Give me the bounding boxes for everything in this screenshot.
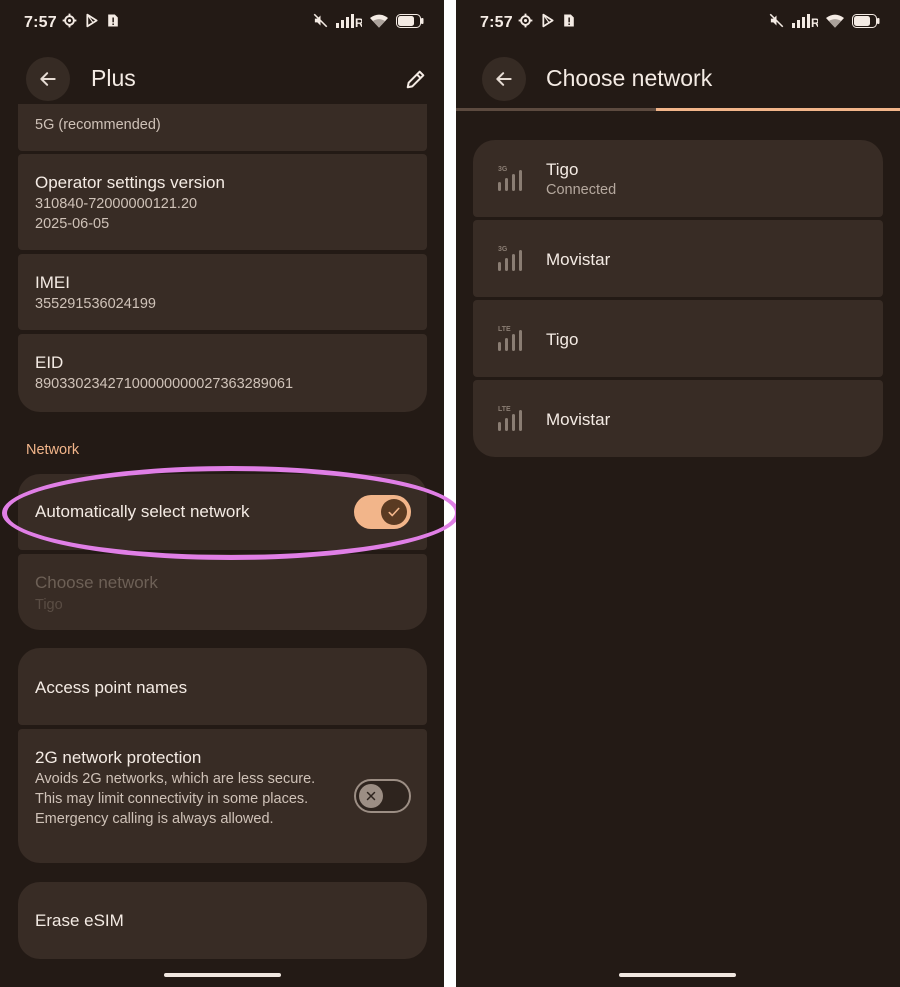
- svg-text:R: R: [355, 16, 362, 28]
- choose-network-value: Tigo: [35, 597, 63, 613]
- erase-esim-row[interactable]: Erase eSIM: [18, 882, 427, 959]
- operator-settings-version: 310840-72000000121.20: [35, 196, 198, 212]
- signal-lte-icon: LTE: [497, 402, 527, 434]
- sim-alert-icon: [107, 13, 119, 28]
- app-bar: Plus: [0, 56, 444, 102]
- imei-card: IMEI 355291536024199: [18, 254, 427, 330]
- 2g-protection-toggle[interactable]: [354, 779, 411, 813]
- close-icon: [359, 784, 383, 808]
- sim-alert-icon: [563, 13, 575, 28]
- auto-select-network-toggle[interactable]: [354, 495, 411, 529]
- imei-title: IMEI: [35, 273, 70, 292]
- 2g-protection-description: Avoids 2G networks, which are less secur…: [35, 771, 316, 827]
- play-store-icon: [541, 13, 555, 28]
- scan-progress-indicator: [655, 108, 900, 111]
- settings-screen: 7:57 R Plus 5G (recommended) Operator se…: [0, 0, 444, 987]
- signal-3g-icon: 3G: [497, 162, 527, 194]
- network-option[interactable]: 3G Tigo Connected: [473, 140, 883, 217]
- preferred-network-value: 5G (recommended): [35, 117, 161, 133]
- svg-text:3G: 3G: [498, 246, 508, 253]
- network-name: Movistar: [546, 250, 611, 269]
- edit-button[interactable]: [402, 65, 430, 93]
- signal-3g-icon: 3G: [497, 242, 527, 274]
- svg-text:LTE: LTE: [498, 326, 511, 333]
- battery-icon: [852, 13, 880, 28]
- status-time: 7:57: [24, 14, 57, 31]
- arrow-back-icon: [40, 72, 56, 86]
- network-name: Tigo: [546, 330, 579, 349]
- cell-signal-icon: R: [792, 13, 818, 28]
- back-button[interactable]: [482, 57, 526, 101]
- back-button[interactable]: [26, 57, 70, 101]
- eid-card: EID 89033023427100000000027363289061: [18, 334, 427, 412]
- access-point-names-row[interactable]: Access point names: [18, 648, 427, 725]
- network-section-label: Network: [26, 442, 80, 458]
- erase-esim-label: Erase eSIM: [35, 911, 124, 930]
- mute-icon: [769, 13, 784, 28]
- page-title: Choose network: [546, 65, 713, 91]
- check-icon: [381, 499, 407, 525]
- operator-settings-title: Operator settings version: [35, 173, 225, 192]
- wifi-icon: [826, 14, 844, 28]
- network-option[interactable]: LTE Tigo: [473, 300, 883, 377]
- pencil-icon: [406, 70, 425, 89]
- imei-value: 355291536024199: [35, 296, 156, 312]
- app-bar: Choose network: [456, 56, 900, 102]
- play-store-icon: [85, 13, 99, 28]
- choose-network-screen: 7:57 R Choose network 3G Tigo Connected …: [456, 0, 900, 987]
- status-bar: 7:57 R: [456, 0, 900, 46]
- choose-network-label: Choose network: [35, 573, 158, 592]
- arrow-back-icon: [496, 72, 512, 86]
- nav-handle[interactable]: [164, 973, 281, 977]
- eid-title: EID: [35, 353, 64, 372]
- svg-text:R: R: [811, 16, 818, 28]
- operator-settings-card: Operator settings version 310840-7200000…: [18, 154, 427, 250]
- network-option[interactable]: 3G Movistar: [473, 220, 883, 297]
- nav-handle[interactable]: [619, 973, 736, 977]
- access-point-names-label: Access point names: [35, 678, 188, 697]
- network-status: Connected: [546, 182, 617, 198]
- auto-select-network-label: Automatically select network: [35, 502, 250, 521]
- mute-icon: [313, 13, 328, 28]
- 2g-protection-title: 2G network protection: [35, 748, 202, 767]
- page-title: Plus: [91, 65, 136, 91]
- network-name: Movistar: [546, 410, 611, 429]
- svg-text:3G: 3G: [498, 166, 508, 173]
- 2g-protection-row[interactable]: 2G network protection Avoids 2G networks…: [18, 729, 427, 863]
- preferred-network-card[interactable]: 5G (recommended): [18, 104, 427, 151]
- status-time: 7:57: [480, 14, 513, 31]
- choose-network-row: Choose network Tigo: [18, 554, 427, 630]
- wifi-icon: [370, 14, 388, 28]
- settings-gear-icon: [518, 13, 533, 28]
- status-bar: 7:57 R: [0, 0, 444, 46]
- network-option[interactable]: LTE Movistar: [473, 380, 883, 457]
- signal-lte-icon: LTE: [497, 322, 527, 354]
- operator-settings-date: 2025-06-05: [35, 216, 110, 232]
- battery-icon: [396, 13, 424, 28]
- cell-signal-icon: R: [336, 13, 362, 28]
- auto-select-network-row[interactable]: Automatically select network: [18, 474, 427, 550]
- network-name: Tigo: [546, 160, 579, 179]
- settings-gear-icon: [62, 13, 77, 28]
- svg-text:LTE: LTE: [498, 406, 511, 413]
- eid-value: 89033023427100000000027363289061: [35, 376, 294, 392]
